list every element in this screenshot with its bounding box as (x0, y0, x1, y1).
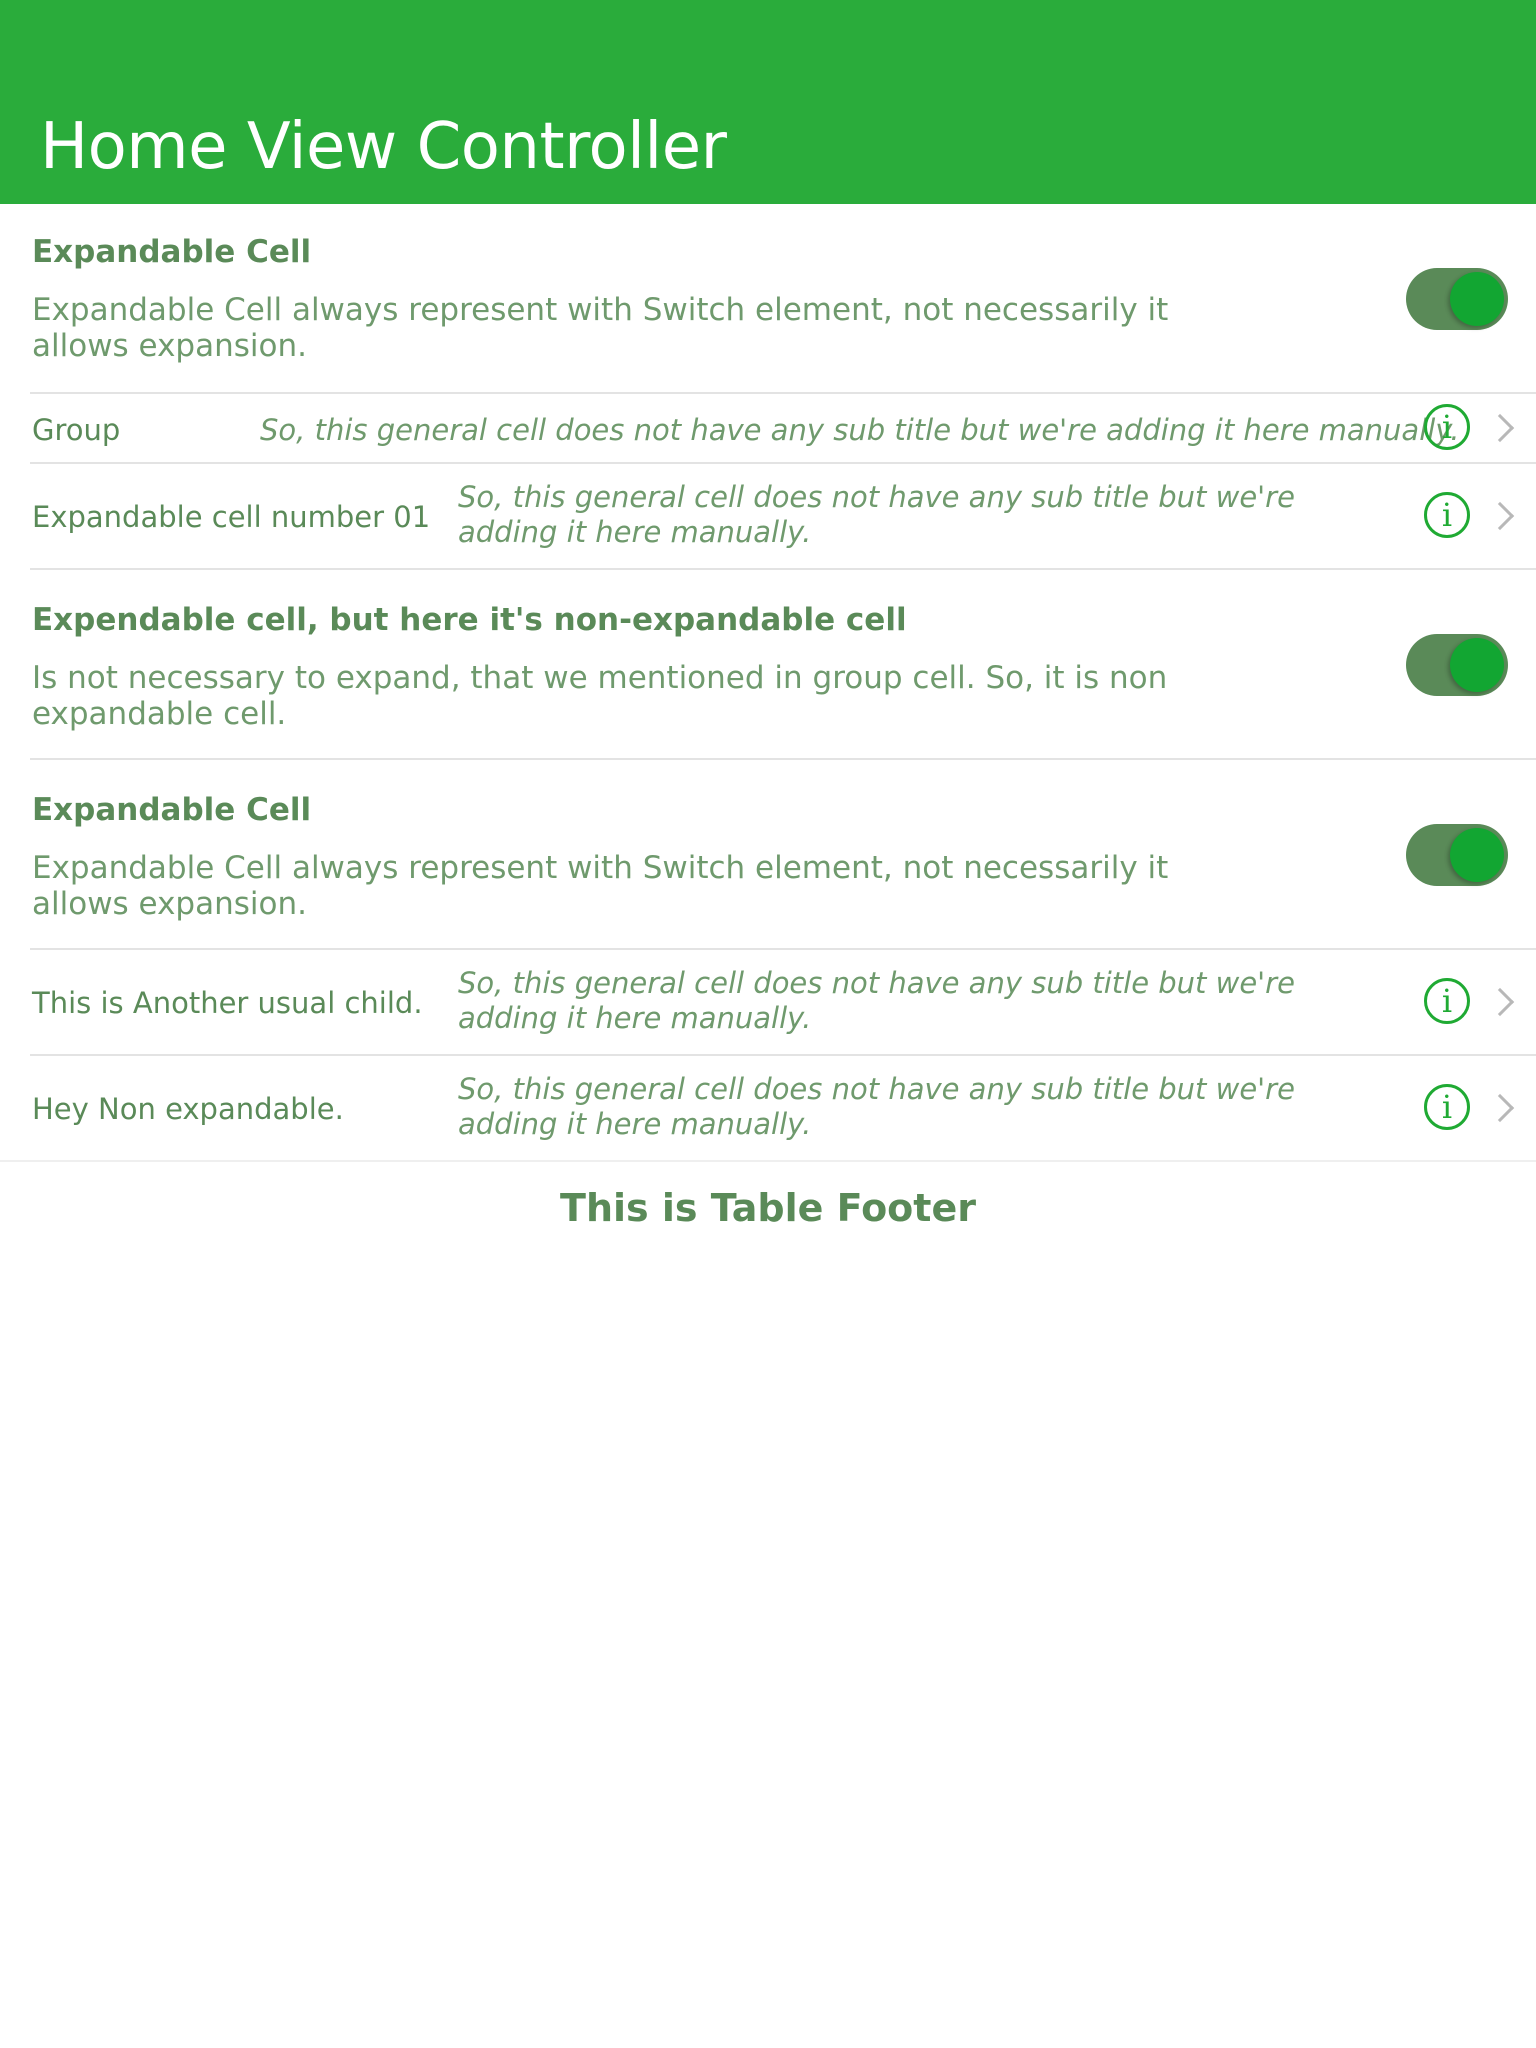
page-title: Home View Controller (40, 110, 727, 184)
cell-title: Hey Non expandable. (32, 1092, 344, 1126)
general-cell[interactable]: Group So, this general cell does not hav… (0, 394, 1536, 464)
info-icon[interactable]: i (1424, 404, 1470, 450)
cell-title: Expandable cell number 01 (32, 500, 431, 534)
cell-title: Expandable Cell (32, 792, 312, 828)
cell-subtitle: So, this general cell does not have any … (458, 480, 1295, 549)
cell-subtitle: So, this general cell does not have any … (260, 413, 1460, 447)
switch-knob (1450, 272, 1504, 326)
cell-title: Expendable cell, but here it's non-expan… (32, 602, 907, 638)
info-icon[interactable]: i (1424, 978, 1470, 1024)
table-footer: This is Table Footer (560, 1186, 976, 1230)
info-icon[interactable]: i (1424, 492, 1470, 538)
table-view[interactable]: Expandable Cell Expandable Cell always r… (0, 204, 1536, 1162)
expandable-cell[interactable]: Expendable cell, but here it's non-expan… (0, 570, 1536, 760)
expand-switch[interactable] (1406, 634, 1508, 696)
chevron-right-icon (1485, 1093, 1515, 1123)
expand-switch[interactable] (1406, 268, 1508, 330)
cell-title: Group (32, 413, 121, 447)
cell-subtitle: Is not necessary to expand, that we ment… (32, 660, 1168, 732)
chevron-right-icon (1485, 413, 1515, 443)
row-separator (0, 1160, 1536, 1162)
cell-title: This is Another usual child. (32, 986, 423, 1020)
cell-subtitle: Expandable Cell always represent with Sw… (32, 292, 1169, 364)
cell-title: Expandable Cell (32, 234, 312, 270)
cell-subtitle: Expandable Cell always represent with Sw… (32, 850, 1169, 922)
switch-knob (1450, 828, 1504, 882)
chevron-right-icon (1485, 501, 1515, 531)
cell-subtitle: So, this general cell does not have any … (458, 966, 1295, 1035)
expandable-cell[interactable]: Expandable Cell Expandable Cell always r… (0, 204, 1536, 394)
expand-switch[interactable] (1406, 824, 1508, 886)
chevron-right-icon (1485, 987, 1515, 1017)
cell-subtitle: So, this general cell does not have any … (458, 1072, 1295, 1141)
general-cell[interactable]: Expandable cell number 01 So, this gener… (0, 464, 1536, 570)
navigation-bar: Home View Controller (0, 0, 1536, 204)
switch-knob (1450, 638, 1504, 692)
general-cell[interactable]: Hey Non expandable. So, this general cel… (0, 1056, 1536, 1162)
expandable-cell[interactable]: Expandable Cell Expandable Cell always r… (0, 760, 1536, 950)
info-icon[interactable]: i (1424, 1084, 1470, 1130)
general-cell[interactable]: This is Another usual child. So, this ge… (0, 950, 1536, 1056)
